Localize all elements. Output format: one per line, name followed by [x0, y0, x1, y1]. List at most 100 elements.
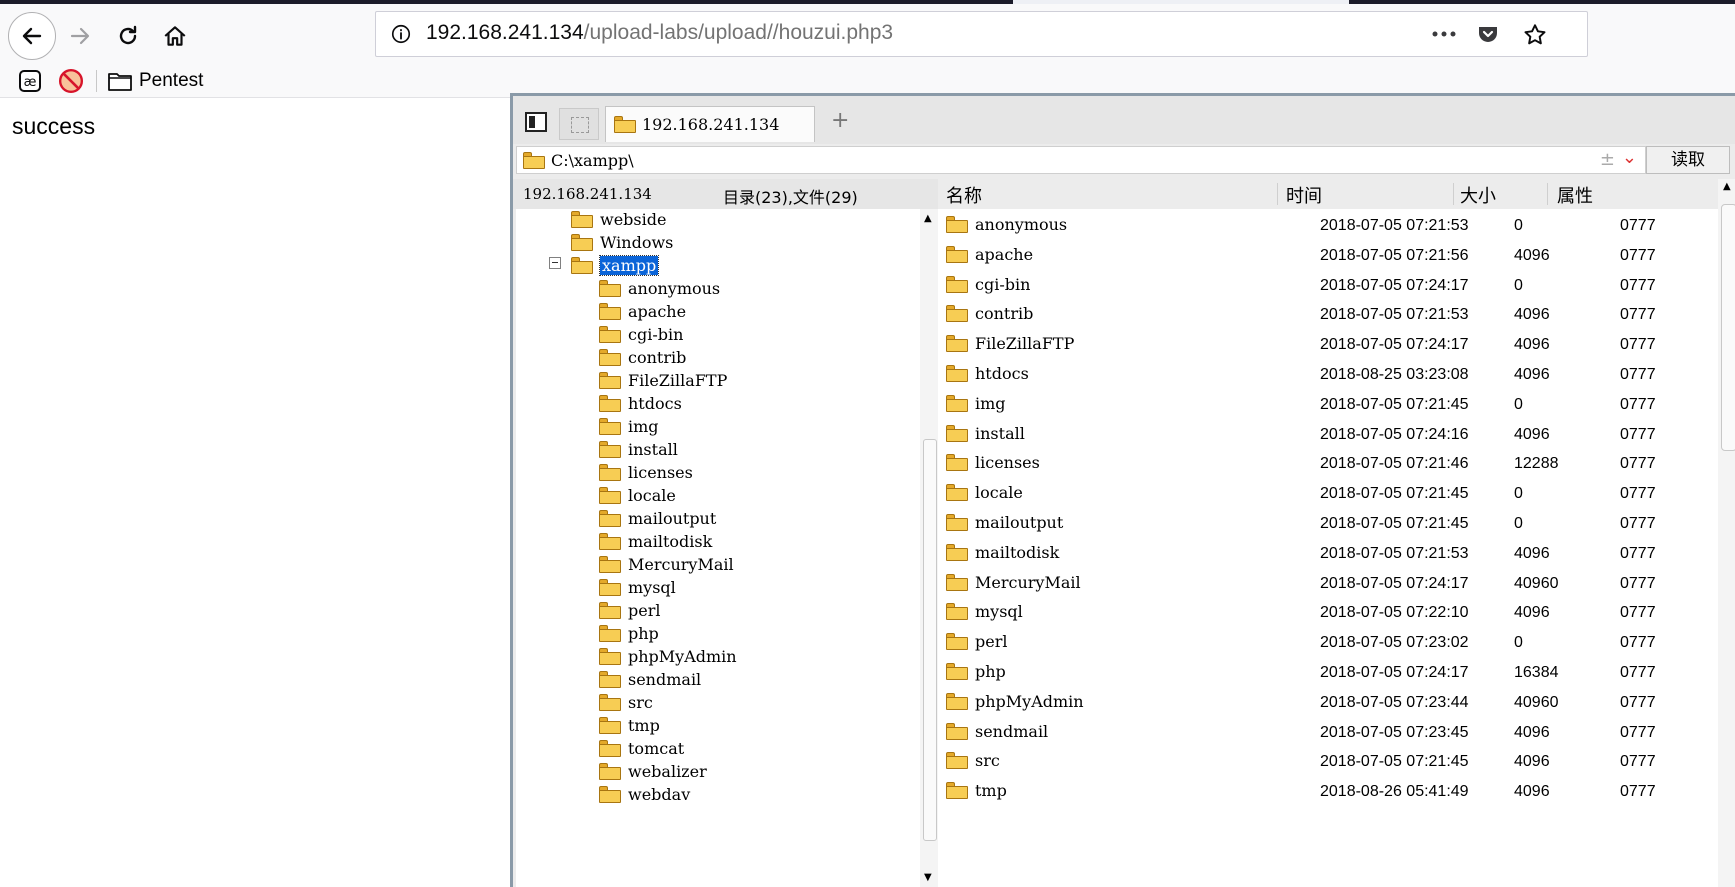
tree-item[interactable]: contrib: [599, 345, 686, 369]
tree-item[interactable]: sendmail: [599, 667, 701, 691]
file-row[interactable]: src 2018-07-05 07:21:45 4096 0777: [940, 746, 1718, 778]
scroll-down-icon[interactable]: ▼: [924, 872, 932, 883]
file-row[interactable]: contrib 2018-07-05 07:21:53 4096 0777: [940, 299, 1718, 331]
tree-item-selected[interactable]: xampp: [571, 253, 660, 277]
tree-item[interactable]: webside: [571, 209, 666, 231]
tab-host[interactable]: 192.168.241.134: [605, 106, 815, 142]
tree-item[interactable]: webalizer: [599, 759, 707, 783]
forward-button[interactable]: [58, 14, 102, 58]
folder-icon: [599, 394, 621, 412]
column-attr[interactable]: 属性: [1557, 182, 1593, 208]
column-separator[interactable]: [1547, 183, 1548, 205]
panel-toggle-icon[interactable]: [525, 112, 547, 132]
bookmark-folder-pentest[interactable]: Pentest: [107, 68, 203, 94]
scrollbar-thumb[interactable]: [923, 439, 937, 841]
home-button[interactable]: [153, 14, 197, 58]
file-time: 2018-08-25 03:23:08: [1320, 366, 1469, 383]
file-row[interactable]: install 2018-07-05 07:24:16 4096 0777: [940, 419, 1718, 451]
path-input[interactable]: C:\xampp\ ± ⌄: [516, 146, 1646, 174]
file-row[interactable]: mailtodisk 2018-07-05 07:21:53 4096 0777: [940, 538, 1718, 570]
column-separator[interactable]: [1277, 183, 1278, 205]
file-row[interactable]: htdocs 2018-08-25 03:23:08 4096 0777: [940, 359, 1718, 391]
tree-item[interactable]: mysql: [599, 575, 676, 599]
tree-item[interactable]: anonymous: [599, 276, 720, 300]
file-row[interactable]: FileZillaFTP 2018-07-05 07:24:17 4096 0777: [940, 329, 1718, 361]
tree-item[interactable]: php: [599, 621, 659, 645]
tree-item[interactable]: MercuryMail: [599, 552, 734, 576]
file-row[interactable]: tmp 2018-08-26 05:41:49 4096 0777: [940, 776, 1718, 808]
file-time: 2018-07-05 07:21:45: [1320, 395, 1469, 413]
url-bar[interactable]: 192.168.241.134/upload-labs/upload//houz…: [375, 11, 1588, 57]
tree-item[interactable]: Windows: [571, 230, 673, 254]
bookmark-blocked[interactable]: [58, 68, 84, 94]
chevron-down-icon[interactable]: ⌄: [1622, 147, 1637, 168]
tree-scrollbar[interactable]: ▲ ▼: [920, 209, 938, 887]
tree-item[interactable]: cgi-bin: [599, 322, 683, 346]
folder-icon: [599, 486, 621, 504]
tree-item[interactable]: perl: [599, 598, 660, 622]
reload-button[interactable]: [106, 14, 150, 58]
add-tab-button[interactable]: +: [831, 108, 849, 133]
file-row[interactable]: cgi-bin 2018-07-05 07:24:17 0 0777: [940, 270, 1718, 302]
column-separator[interactable]: [1453, 183, 1454, 205]
back-button[interactable]: [8, 12, 56, 60]
file-row[interactable]: php 2018-07-05 07:24:17 16384 0777: [940, 657, 1718, 689]
tree-item[interactable]: tmp: [599, 713, 660, 737]
tree-item[interactable]: mailoutput: [599, 506, 716, 530]
folder-icon: [946, 692, 968, 710]
screenshot-icon[interactable]: [559, 108, 599, 140]
tree-item-label: MercuryMail: [628, 554, 734, 574]
more-icon[interactable]: [1430, 22, 1458, 46]
scroll-up-icon[interactable]: ▲: [1723, 181, 1731, 192]
tree-item-label: locale: [628, 485, 676, 505]
column-name[interactable]: 名称: [946, 182, 982, 208]
bookmark-ae[interactable]: æ: [18, 68, 42, 94]
file-row[interactable]: sendmail 2018-07-05 07:23:45 4096 0777: [940, 717, 1718, 749]
file-size: 40960: [1514, 574, 1559, 592]
file-name: mysql: [975, 602, 1023, 622]
tree-item[interactable]: phpMyAdmin: [599, 644, 737, 668]
tree-item-label: cgi-bin: [628, 324, 684, 344]
file-row[interactable]: MercuryMail 2018-07-05 07:24:17 40960 0777: [940, 568, 1718, 600]
file-row[interactable]: locale 2018-07-05 07:21:45 0 0777: [940, 478, 1718, 510]
tree-item[interactable]: webdav: [599, 782, 690, 806]
plus-minus-icon[interactable]: ±: [1600, 149, 1615, 170]
file-list-scrollbar[interactable]: ▲: [1718, 179, 1735, 887]
file-size: 4096: [1514, 306, 1550, 324]
column-size[interactable]: 大小: [1460, 182, 1496, 208]
tree-item[interactable]: apache: [599, 299, 686, 323]
tree-item-label: anonymous: [628, 278, 721, 298]
tree-item[interactable]: locale: [599, 483, 676, 507]
file-row[interactable]: anonymous 2018-07-05 07:21:53 0 0777: [940, 210, 1718, 242]
file-row[interactable]: perl 2018-07-05 07:23:02 0 0777: [940, 627, 1718, 659]
file-name-cell: licenses: [946, 453, 1040, 472]
column-time[interactable]: 时间: [1286, 182, 1322, 208]
tree-item[interactable]: src: [599, 690, 653, 714]
file-name: mailoutput: [975, 513, 1064, 532]
tree-item[interactable]: tomcat: [599, 736, 684, 760]
tree-item[interactable]: licenses: [599, 460, 693, 484]
file-row[interactable]: phpMyAdmin 2018-07-05 07:23:44 40960 0777: [940, 687, 1718, 719]
file-row[interactable]: mysql 2018-07-05 07:22:10 4096 0777: [940, 597, 1718, 629]
file-name: php: [975, 662, 1006, 681]
file-row[interactable]: apache 2018-07-05 07:21:56 4096 0777: [940, 240, 1718, 272]
pocket-icon[interactable]: [1476, 22, 1500, 46]
scroll-up-icon[interactable]: ▲: [924, 213, 932, 224]
folder-icon: [599, 532, 621, 550]
tree-item[interactable]: install: [599, 437, 678, 461]
tree-item-label: FileZillaFTP: [628, 370, 728, 390]
info-icon[interactable]: [390, 23, 412, 45]
scrollbar-thumb[interactable]: [1721, 204, 1735, 451]
file-row[interactable]: licenses 2018-07-05 07:21:46 12288 0777: [940, 448, 1718, 480]
tree-item[interactable]: img: [599, 414, 659, 438]
tree-item[interactable]: mailtodisk: [599, 529, 712, 553]
tree-item[interactable]: FileZillaFTP: [599, 368, 727, 392]
url-text[interactable]: 192.168.241.134/upload-labs/upload//houz…: [426, 21, 893, 45]
file-row[interactable]: img 2018-07-05 07:21:45 0 0777: [940, 389, 1718, 421]
star-icon[interactable]: [1522, 22, 1548, 48]
read-button[interactable]: 读取: [1646, 146, 1730, 174]
tree-item[interactable]: htdocs: [599, 391, 682, 415]
file-row[interactable]: mailoutput 2018-07-05 07:21:45 0 0777: [940, 508, 1718, 540]
collapse-toggle-icon[interactable]: [549, 257, 561, 269]
folder-icon: [523, 151, 545, 169]
